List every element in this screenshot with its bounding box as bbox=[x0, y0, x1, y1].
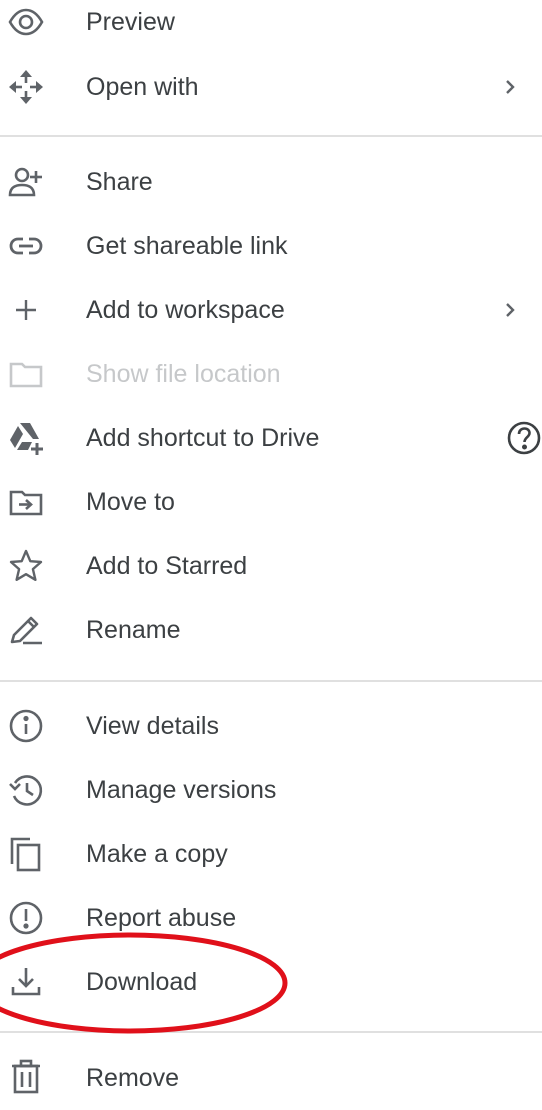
menu-item-rename[interactable]: Rename bbox=[0, 598, 542, 662]
menu-item-label: Add to Starred bbox=[86, 552, 248, 580]
menu-item-get-shareable-link[interactable]: Get shareable link bbox=[0, 214, 542, 278]
alert-icon bbox=[6, 898, 46, 938]
menu-item-label: Make a copy bbox=[86, 840, 228, 868]
menu-item-view-details[interactable]: View details bbox=[0, 694, 542, 758]
menu-item-add-to-starred[interactable]: Add to Starred bbox=[0, 534, 542, 598]
menu-item-download[interactable]: Download bbox=[0, 950, 542, 1014]
plus-icon bbox=[6, 290, 46, 330]
menu-item-add-to-workspace[interactable]: Add to workspace bbox=[0, 278, 542, 342]
chevron-right-icon bbox=[500, 75, 520, 99]
trash-icon bbox=[6, 1058, 46, 1098]
menu-divider bbox=[0, 135, 542, 137]
menu-item-label: Rename bbox=[86, 616, 181, 644]
menu-item-label: Download bbox=[86, 968, 198, 996]
menu-item-manage-versions[interactable]: Manage versions bbox=[0, 758, 542, 822]
menu-item-preview[interactable]: Preview bbox=[0, 0, 542, 54]
chevron-right-icon bbox=[500, 298, 520, 322]
menu-item-label: Add shortcut to Drive bbox=[86, 424, 320, 452]
info-icon bbox=[6, 706, 46, 746]
person-add-icon bbox=[6, 162, 46, 202]
menu-item-label: Get shareable link bbox=[86, 232, 288, 260]
menu-item-label: View details bbox=[86, 712, 219, 740]
pencil-icon bbox=[6, 610, 46, 650]
drive-shortcut-icon bbox=[6, 418, 46, 458]
menu-item-add-shortcut-to-drive[interactable]: Add shortcut to Drive bbox=[0, 406, 542, 470]
menu-item-show-file-location: Show file location bbox=[0, 342, 542, 406]
help-icon[interactable] bbox=[504, 418, 542, 458]
menu-divider bbox=[0, 680, 542, 682]
menu-item-label: Preview bbox=[86, 8, 175, 36]
context-menu: Preview Open with Share Get shareable li… bbox=[0, 0, 542, 1097]
menu-item-label: Share bbox=[86, 168, 153, 196]
copy-icon bbox=[6, 834, 46, 874]
menu-item-make-a-copy[interactable]: Make a copy bbox=[0, 822, 542, 886]
menu-item-label: Move to bbox=[86, 488, 175, 516]
menu-item-open-with[interactable]: Open with bbox=[0, 55, 542, 119]
eye-icon bbox=[6, 2, 46, 42]
menu-item-label: Open with bbox=[86, 73, 199, 101]
menu-item-remove[interactable]: Remove bbox=[0, 1046, 542, 1110]
download-icon bbox=[6, 962, 46, 1002]
menu-item-report-abuse[interactable]: Report abuse bbox=[0, 886, 542, 950]
menu-divider bbox=[0, 1031, 542, 1033]
history-icon bbox=[6, 770, 46, 810]
move-to-folder-icon bbox=[6, 482, 46, 522]
menu-item-label: Report abuse bbox=[86, 904, 237, 932]
menu-item-label: Add to workspace bbox=[86, 296, 285, 324]
menu-item-label: Show file location bbox=[86, 360, 281, 388]
folder-icon bbox=[6, 354, 46, 394]
menu-item-move-to[interactable]: Move to bbox=[0, 470, 542, 534]
menu-item-label: Manage versions bbox=[86, 776, 277, 804]
star-icon bbox=[6, 546, 46, 586]
move-arrows-icon bbox=[6, 67, 46, 107]
menu-item-share[interactable]: Share bbox=[0, 150, 542, 214]
link-icon bbox=[6, 226, 46, 266]
menu-item-label: Remove bbox=[86, 1064, 180, 1092]
